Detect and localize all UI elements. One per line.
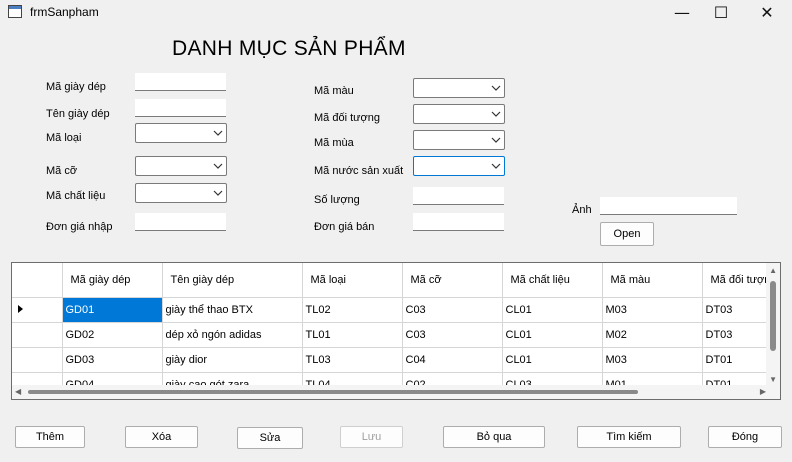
tim-kiem-button[interactable]: Tìm kiếm xyxy=(577,426,681,448)
grid-header-row: Mã giày dép Tên giày dép Mã loại Mã cỡ M… xyxy=(12,263,780,298)
table-row[interactable]: GD03 giày dior TL03 C04 CL01 M03 DT01 xyxy=(12,347,780,373)
chevron-down-icon xyxy=(491,163,501,169)
table-cell[interactable]: C03 xyxy=(402,322,503,348)
table-cell[interactable]: CL01 xyxy=(502,297,603,323)
table-cell[interactable]: TL01 xyxy=(302,322,403,348)
table-cell[interactable]: CL01 xyxy=(502,347,603,373)
chevron-down-icon xyxy=(491,85,501,91)
table-cell[interactable]: giày thể thao BTX xyxy=(162,297,303,323)
table-cell[interactable]: M02 xyxy=(602,322,703,348)
ma-doi-tuong-label: Mã đối tượng xyxy=(314,112,380,124)
current-row-icon xyxy=(18,304,23,313)
ma-mua-combo[interactable] xyxy=(413,130,505,150)
ma-mau-combo[interactable] xyxy=(413,78,505,98)
ma-co-combo[interactable] xyxy=(135,156,227,176)
dong-button[interactable]: Đóng xyxy=(708,426,782,448)
column-header[interactable]: Mã chất liệu xyxy=(502,263,603,298)
horizontal-scrollbar[interactable]: ◀ ▶ xyxy=(12,385,780,399)
column-header[interactable]: Mã cỡ xyxy=(402,263,503,298)
table-cell[interactable]: GD03 xyxy=(62,347,163,373)
scroll-right-icon[interactable]: ▶ xyxy=(760,387,766,396)
luu-button[interactable]: Lưu xyxy=(340,426,403,448)
minimize-button[interactable]: — xyxy=(660,0,704,24)
horizontal-scroll-thumb[interactable] xyxy=(28,390,638,394)
anh-label: Ảnh xyxy=(572,204,592,216)
them-button[interactable]: Thêm xyxy=(15,426,85,448)
xoa-button[interactable]: Xóa xyxy=(125,426,198,448)
table-row[interactable]: GD01 giày thể thao BTX TL02 C03 CL01 M03… xyxy=(12,297,780,323)
so-luong-input[interactable] xyxy=(413,187,504,205)
scroll-down-icon[interactable]: ▼ xyxy=(769,375,777,384)
vertical-scrollbar[interactable]: ▲ ▼ xyxy=(766,263,780,386)
products-grid[interactable]: Mã giày dép Tên giày dép Mã loại Mã cỡ M… xyxy=(11,262,781,400)
ma-loai-label: Mã loại xyxy=(46,132,82,144)
table-cell[interactable]: dép xỏ ngón adidas xyxy=(162,322,303,348)
don-gia-ban-label: Đơn giá bán xyxy=(314,221,375,233)
table-cell[interactable]: M03 xyxy=(602,297,703,323)
ma-nuoc-san-xuat-combo[interactable] xyxy=(413,156,505,176)
table-row[interactable]: GD02 dép xỏ ngón adidas TL01 C03 CL01 M0… xyxy=(12,322,780,348)
ma-mau-label: Mã màu xyxy=(314,85,354,97)
don-gia-ban-input[interactable] xyxy=(413,213,504,231)
ten-giay-dep-label: Tên giày dép xyxy=(46,108,110,120)
table-cell[interactable]: GD02 xyxy=(62,322,163,348)
so-luong-label: Số lượng xyxy=(314,194,360,206)
ma-loai-combo[interactable] xyxy=(135,123,227,143)
ma-giay-dep-input[interactable] xyxy=(135,73,226,91)
table-cell[interactable]: TL02 xyxy=(302,297,403,323)
ma-nuoc-san-xuat-label: Mã nước sản xuất xyxy=(314,165,404,177)
scroll-up-icon[interactable]: ▲ xyxy=(769,266,777,275)
ten-giay-dep-input[interactable] xyxy=(135,99,226,117)
form-heading: DANH MỤC SẢN PHẨM xyxy=(172,37,406,60)
chevron-down-icon xyxy=(213,163,223,169)
ma-mua-label: Mã mùa xyxy=(314,137,354,149)
row-header[interactable] xyxy=(12,322,63,348)
row-header[interactable] xyxy=(12,347,63,373)
maximize-button[interactable]: ☐ xyxy=(699,0,743,24)
open-button[interactable]: Open xyxy=(600,222,654,246)
app-icon xyxy=(8,5,22,18)
column-header[interactable]: Mã màu xyxy=(602,263,703,298)
chevron-down-icon xyxy=(491,111,501,117)
anh-input[interactable] xyxy=(600,197,737,215)
sua-button[interactable]: Sửa xyxy=(237,427,303,449)
chevron-down-icon xyxy=(213,130,223,136)
row-header[interactable] xyxy=(12,297,63,323)
ma-chat-lieu-combo[interactable] xyxy=(135,183,227,203)
title-bar: frmSanpham — ☐ ✕ xyxy=(0,0,792,24)
ma-chat-lieu-label: Mã chất liệu xyxy=(46,190,106,202)
window-title: frmSanpham xyxy=(30,5,99,19)
vertical-scroll-thumb[interactable] xyxy=(770,281,776,351)
ma-doi-tuong-combo[interactable] xyxy=(413,104,505,124)
ma-co-label: Mã cỡ xyxy=(46,165,78,177)
column-header[interactable]: Mã giày dép xyxy=(62,263,163,298)
scroll-left-icon[interactable]: ◀ xyxy=(15,387,21,396)
don-gia-nhap-input[interactable] xyxy=(135,213,226,231)
chevron-down-icon xyxy=(491,137,501,143)
column-header[interactable]: Tên giày dép xyxy=(162,263,303,298)
table-cell[interactable]: C03 xyxy=(402,297,503,323)
table-cell[interactable]: TL03 xyxy=(302,347,403,373)
chevron-down-icon xyxy=(213,190,223,196)
bo-qua-button[interactable]: Bỏ qua xyxy=(443,426,545,448)
table-cell[interactable]: giày dior xyxy=(162,347,303,373)
products-table: Mã giày dép Tên giày dép Mã loại Mã cỡ M… xyxy=(12,263,780,398)
grid-corner-header xyxy=(12,263,63,298)
close-button[interactable]: ✕ xyxy=(745,0,789,24)
column-header[interactable]: Mã loại xyxy=(302,263,403,298)
don-gia-nhap-label: Đơn giá nhập xyxy=(46,221,113,233)
ma-giay-dep-label: Mã giày dép xyxy=(46,81,106,93)
table-cell[interactable]: M03 xyxy=(602,347,703,373)
table-cell[interactable]: GD01 xyxy=(62,297,163,323)
table-cell[interactable]: CL01 xyxy=(502,322,603,348)
table-cell[interactable]: C04 xyxy=(402,347,503,373)
